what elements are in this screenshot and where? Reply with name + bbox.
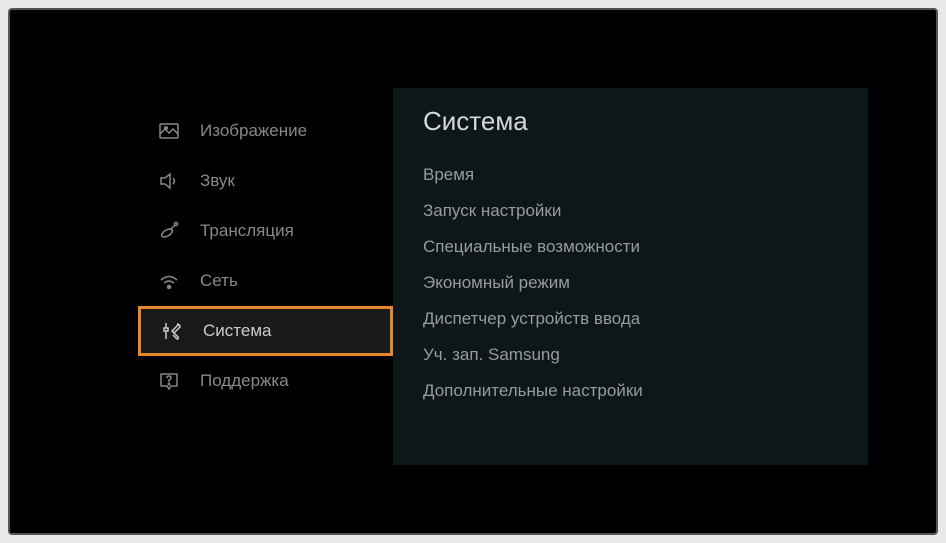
sound-icon [156, 168, 182, 194]
content-title: Система [423, 106, 838, 137]
picture-icon [156, 118, 182, 144]
sidebar-item-label: Звук [200, 171, 235, 191]
sidebar-item-system[interactable]: Система [138, 306, 393, 356]
sidebar-item-broadcast[interactable]: Трансляция [138, 206, 393, 256]
content-item-eco[interactable]: Экономный режим [423, 265, 838, 301]
settings-menu: Изображение Звук Трансляция [138, 88, 868, 465]
content-item-samsung-account[interactable]: Уч. зап. Samsung [423, 337, 838, 373]
sidebar-item-label: Трансляция [200, 221, 294, 241]
sidebar-item-label: Сеть [200, 271, 238, 291]
content-item-time[interactable]: Время [423, 157, 838, 193]
sidebar-item-picture[interactable]: Изображение [138, 106, 393, 156]
content-item-setup[interactable]: Запуск настройки [423, 193, 838, 229]
tools-icon [159, 318, 185, 344]
content-item-device-manager[interactable]: Диспетчер устройств ввода [423, 301, 838, 337]
tv-screen: Изображение Звук Трансляция [18, 18, 928, 525]
sidebar-item-network[interactable]: Сеть [138, 256, 393, 306]
sidebar-item-sound[interactable]: Звук [138, 156, 393, 206]
settings-sidebar: Изображение Звук Трансляция [138, 88, 393, 465]
content-panel: Система Время Запуск настройки Специальн… [393, 88, 868, 465]
sidebar-item-label: Поддержка [200, 371, 289, 391]
sidebar-item-support[interactable]: Поддержка [138, 356, 393, 406]
satellite-icon [156, 218, 182, 244]
content-item-accessibility[interactable]: Специальные возможности [423, 229, 838, 265]
tv-frame: Изображение Звук Трансляция [8, 8, 938, 535]
network-icon [156, 268, 182, 294]
sidebar-item-label: Система [203, 321, 271, 341]
content-item-advanced[interactable]: Дополнительные настройки [423, 373, 838, 409]
sidebar-item-label: Изображение [200, 121, 307, 141]
support-icon [156, 368, 182, 394]
